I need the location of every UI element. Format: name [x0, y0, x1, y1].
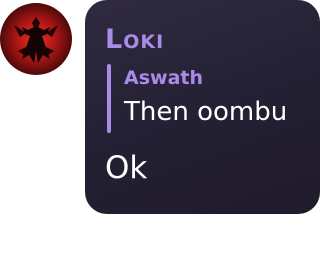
message-text: Ok	[105, 150, 148, 186]
user-avatar-icon	[0, 3, 72, 75]
reply-quote[interactable]: Aswath Then oombu	[107, 64, 307, 134]
sender-name[interactable]: Loki	[105, 24, 164, 56]
reply-quote-bar	[107, 64, 111, 133]
message-bubble[interactable]: Loki Aswath Then oombu Ok	[85, 0, 320, 214]
reply-text: Then oombu	[124, 97, 288, 127]
avatar[interactable]	[0, 3, 72, 75]
reply-author: Aswath	[124, 67, 203, 89]
